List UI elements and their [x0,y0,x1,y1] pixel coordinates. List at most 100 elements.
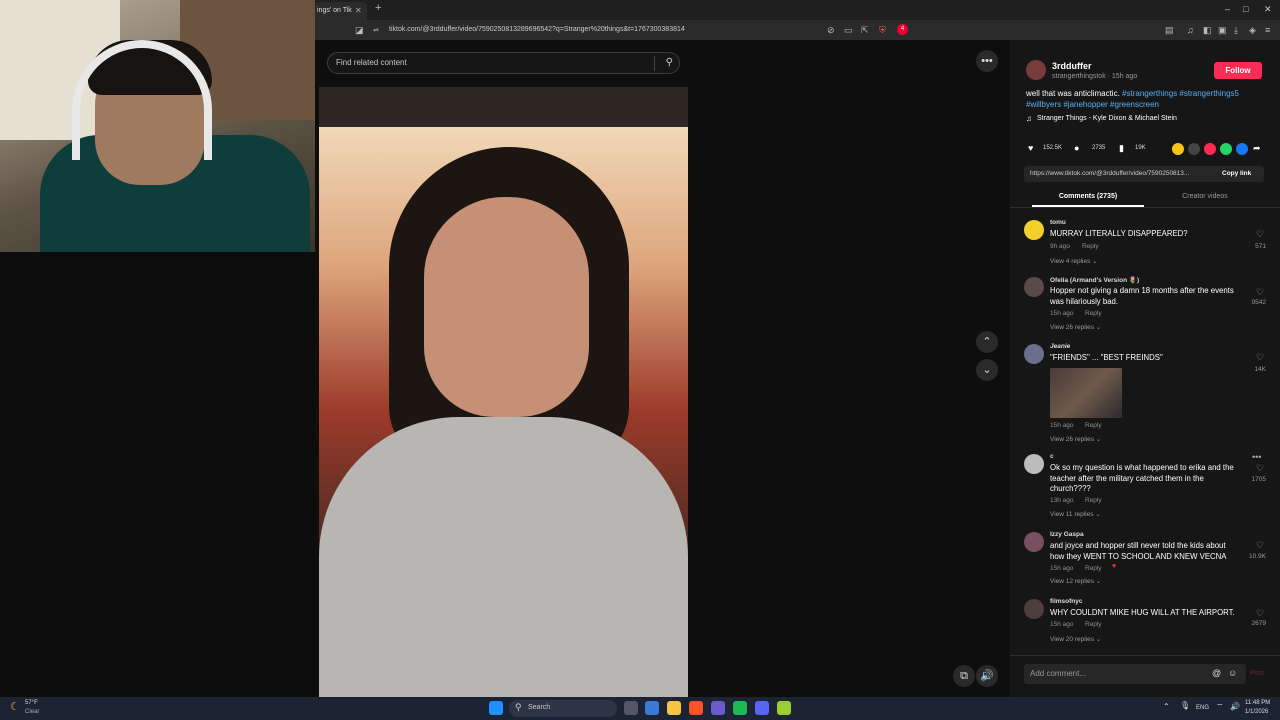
brave-browser-icon[interactable] [689,701,703,715]
heart-icon[interactable]: ♡ [1256,287,1264,298]
comment-input[interactable]: Add comment... [1030,669,1086,678]
view-replies-button[interactable]: View 11 replies ⌄ [1050,510,1101,518]
avatar[interactable] [1024,599,1044,619]
downloads-icon[interactable]: ⤓ [1234,25,1238,36]
spotify-icon[interactable] [733,701,747,715]
site-info-icon[interactable]: ⇌ [373,26,379,34]
view-replies-button[interactable]: View 4 replies ⌄ [1050,257,1098,265]
author-avatar[interactable] [1026,60,1046,80]
tracking-icon[interactable]: ⊘ [827,25,835,36]
send-friends-icon[interactable] [1204,143,1216,155]
heart-icon[interactable]: ♡ [1256,540,1264,551]
close-window-icon[interactable]: ✕ [1264,4,1272,15]
wifi-icon[interactable]: ⌔ [1216,702,1224,712]
heart-icon[interactable]: ♥ [1028,143,1033,153]
chevron-down-icon[interactable]: ⌄ [976,359,998,381]
more-options-icon[interactable]: ••• [1252,452,1261,462]
browser-tab[interactable]: ings' on Tik ✕ [315,2,367,20]
widgets-icon[interactable] [645,701,659,715]
maximize-icon[interactable]: □ [1243,4,1248,14]
heart-icon[interactable]: ♡ [1256,229,1264,240]
start-icon[interactable] [489,701,503,715]
more-icon[interactable]: ••• [976,50,998,72]
tab-comments[interactable]: Comments (2735) [1030,193,1146,200]
video-player[interactable] [319,87,688,697]
vpn-icon[interactable]: ◈ [1249,25,1256,36]
microphone-icon[interactable]: 🎙 [1180,701,1190,710]
volume-icon[interactable]: 🔊 [1230,702,1240,711]
hashtags-line1[interactable]: #strangerthings #strangerthings5 [1122,89,1239,98]
media-icon[interactable]: ♫ [1187,25,1194,35]
comment-author[interactable]: Ofelia (Armand's Version 🌷) [1050,276,1139,284]
avatar[interactable] [1024,454,1044,474]
app-icon[interactable] [711,701,725,715]
view-replies-button[interactable]: View 26 replies ⌄ [1050,435,1101,443]
discord-icon[interactable] [755,701,769,715]
media-player-icon[interactable] [777,701,791,715]
minimize-icon[interactable]: – [1225,4,1230,14]
comment-author[interactable]: tomu [1050,219,1066,226]
reply-button[interactable]: Reply [1085,422,1102,429]
reply-button[interactable]: Reply [1085,497,1102,504]
file-explorer-icon[interactable] [667,701,681,715]
chevron-up-icon[interactable]: ⌃ [976,331,998,353]
share-more-icon[interactable]: ➦ [1253,143,1261,154]
avatar[interactable] [1024,344,1044,364]
wallet-icon[interactable]: ▣ [1218,25,1227,36]
bookmark-icon[interactable]: ◪ [355,25,364,36]
bookmark-icon[interactable]: ▮ [1119,143,1124,154]
new-tab-button[interactable]: + [375,2,381,14]
comment-author[interactable]: filmsofnyc [1050,598,1083,605]
comment-icon[interactable]: ● [1074,143,1079,153]
mention-icon[interactable]: @ [1212,668,1221,678]
comment-image[interactable] [1050,368,1122,418]
sidebar-icon[interactable]: ◧ [1203,25,1212,36]
add-comment-box[interactable]: Add comment... @ ☺ [1024,664,1246,684]
url-field[interactable]: tiktok.com/@3rdduffer/video/759025081328… [389,26,685,33]
weather-icon[interactable]: ☾ [10,700,20,713]
tab-creator-videos[interactable]: Creator videos [1160,193,1250,200]
translate-icon[interactable]: ▤ [1165,25,1174,36]
follow-button[interactable]: Follow [1214,62,1262,79]
cast-icon[interactable]: ▭ [844,25,853,36]
comment-author[interactable]: Izzy Gaspa [1050,531,1084,538]
hashtags-line2[interactable]: #willbyers #janehopper #greenscreen [1026,100,1159,109]
avatar[interactable] [1024,532,1044,552]
close-tab-icon[interactable]: ✕ [355,2,362,20]
related-search[interactable]: Find related content ⚲ [327,52,680,74]
clock-time[interactable]: 11:48 PM [1245,700,1270,706]
view-replies-button[interactable]: View 12 replies ⌄ [1050,577,1101,585]
share-repost-icon[interactable] [1172,143,1184,155]
author-username[interactable]: 3rdduffer [1052,61,1092,71]
view-replies-button[interactable]: View 20 replies ⌄ [1050,635,1101,643]
comment-author[interactable]: Jeanie [1050,343,1070,350]
view-replies-button[interactable]: View 26 replies ⌄ [1050,323,1101,331]
music-title[interactable]: Stranger Things - Kyle Dixon & Michael S… [1037,115,1177,122]
reply-button[interactable]: Reply [1085,310,1102,317]
share-link[interactable]: https://www.tiktok.com/@3rdduffer/video/… [1030,170,1189,177]
heart-icon[interactable]: ♡ [1256,463,1264,474]
copy-link-button[interactable]: Copy link [1222,170,1251,177]
shield-icon[interactable]: ⛨ [879,25,886,36]
comment-author[interactable]: c [1050,453,1054,460]
chevron-up-icon[interactable]: ⌃ [1163,702,1170,711]
heart-icon[interactable]: ♡ [1256,352,1264,363]
reply-button[interactable]: Reply [1085,565,1102,572]
post-button[interactable]: Post [1250,670,1264,677]
taskbar-search[interactable]: ⚲ Search [509,700,617,717]
embed-icon[interactable] [1188,143,1200,155]
menu-icon[interactable]: ≡ [1265,25,1270,35]
whatsapp-icon[interactable] [1220,143,1232,155]
search-icon[interactable]: ⚲ [666,57,673,68]
avatar[interactable] [1024,277,1044,297]
share-page-icon[interactable]: ⇱ [861,25,869,36]
volume-icon[interactable]: 🔊 [976,665,998,687]
pip-icon[interactable]: ⧉ [953,665,975,687]
avatar[interactable] [1024,220,1044,240]
language-indicator[interactable]: ENG [1196,705,1209,711]
heart-icon[interactable]: ♡ [1256,608,1264,619]
facebook-icon[interactable] [1236,143,1248,155]
reply-button[interactable]: Reply [1085,621,1102,628]
reply-button[interactable]: Reply [1082,243,1099,250]
search-input[interactable]: Find related content [336,58,407,67]
